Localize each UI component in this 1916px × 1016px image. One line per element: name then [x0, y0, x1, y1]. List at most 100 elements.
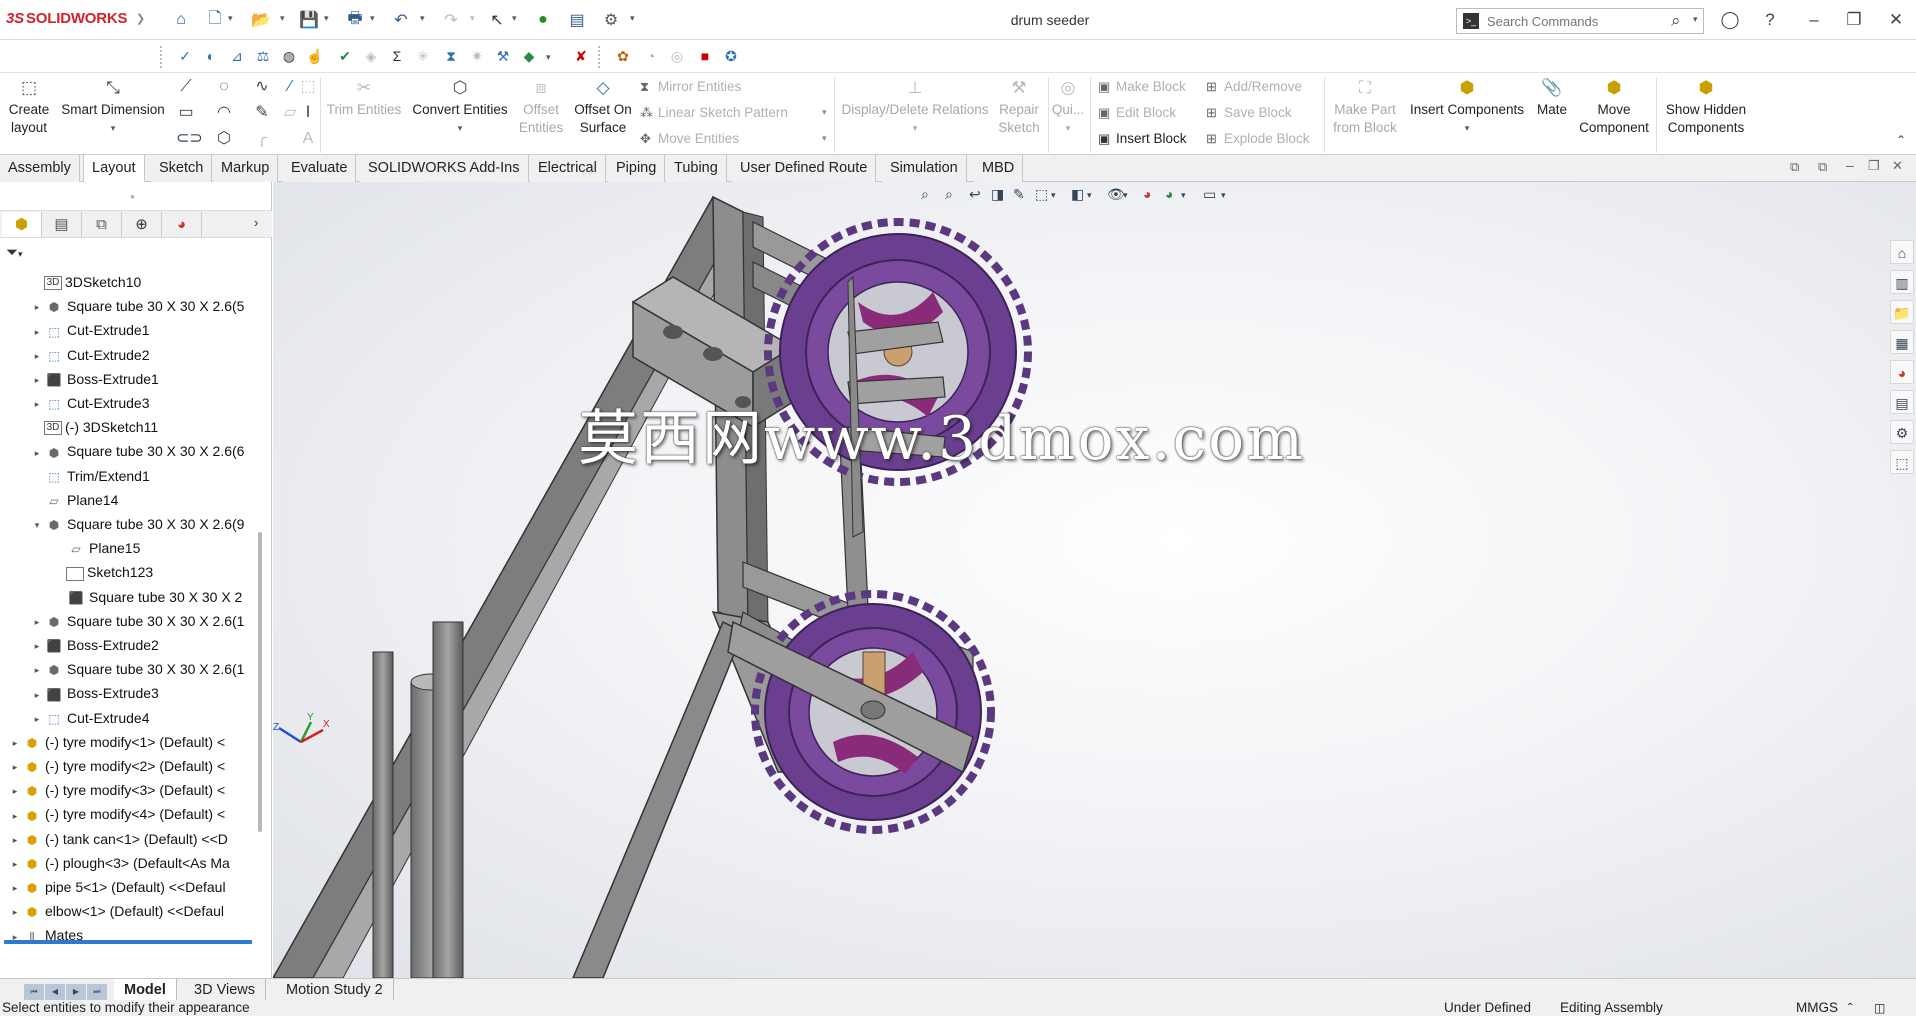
move-entities-button[interactable]: ✥ Move Entities — [640, 131, 739, 147]
expand-arrow-icon[interactable]: ▸ — [30, 295, 44, 319]
expand-arrow-icon[interactable]: ▸ — [8, 925, 22, 949]
add-remove-button[interactable]: ⊞ Add/Remove — [1206, 79, 1302, 95]
quick-snaps-button[interactable]: ◎ Qui... ▾ — [1050, 79, 1086, 137]
delete-icon[interactable]: ✘ — [570, 45, 592, 67]
search-commands-box[interactable]: >_ ⌕ ▾ — [1456, 8, 1704, 34]
doc-restore-icon[interactable]: ❐ — [1868, 158, 1880, 174]
mass-properties-icon[interactable]: ⚖ — [252, 45, 274, 67]
slot-icon[interactable]: ⊂⊃ — [176, 129, 203, 149]
tree-item[interactable]: ▸ ⬢ (-) tank can<1> (Default) <<D — [8, 827, 228, 851]
redo-icon[interactable]: ↷ — [440, 9, 462, 31]
ellipse-icon[interactable]: ∕ — [280, 77, 300, 97]
smart-dimension-button[interactable]: ⤡ Smart Dimension ▾ — [58, 79, 168, 137]
slot-pen-icon[interactable]: ✎ — [252, 103, 272, 123]
expand-arrow-icon[interactable]: ▸ — [30, 368, 44, 392]
property-manager-tab-icon[interactable]: ▤ — [42, 212, 82, 237]
tab-assembly[interactable]: Assembly — [0, 155, 80, 182]
tile-left-icon[interactable]: ⧉ — [1790, 159, 1799, 175]
tree-item[interactable]: ▸ ⬛ Boss-Extrude3 — [30, 681, 159, 705]
feature-manager-tab-icon[interactable]: ⬢ — [2, 212, 42, 237]
search-dropdown-icon[interactable]: ▾ — [1693, 14, 1698, 25]
appearance-icon[interactable]: ✿ — [612, 45, 634, 67]
show-hidden-components-button[interactable]: ⬢ Show Hidden Components — [1662, 79, 1750, 137]
point-icon[interactable]: Ⅰ — [298, 103, 318, 123]
new-document-icon[interactable]: 🗋 — [204, 9, 226, 31]
file-properties-icon[interactable]: ▤ — [566, 9, 588, 31]
expand-arrow-icon[interactable]: ▸ — [30, 707, 44, 731]
unit-system-chevron-icon[interactable]: ⌃ — [1846, 1000, 1854, 1016]
convert-entities-button[interactable]: ⬡ Convert Entities ▾ — [410, 79, 510, 137]
tree-item[interactable]: ⬚ Trim/Extend1 — [30, 464, 149, 488]
tree-item[interactable]: ▱ Plane14 — [30, 488, 118, 512]
tree-item[interactable]: ▸ ⬢ Square tube 30 X 30 X 2.6(1 — [30, 657, 245, 681]
redo-dropdown-icon[interactable]: ▾ — [470, 13, 475, 24]
tab-sketch[interactable]: Sketch — [151, 155, 213, 182]
create-layout-button[interactable]: ⬚ Create layout — [6, 79, 52, 137]
line-icon[interactable]: ⟋ — [176, 77, 196, 97]
mirror-entities-button[interactable]: ⧗ Mirror Entities — [640, 79, 741, 95]
doc-close-icon[interactable]: ✕ — [1892, 158, 1903, 174]
tree-item[interactable]: ▸ ⬚ Cut-Extrude2 — [30, 343, 150, 367]
spline-icon[interactable]: ∿ — [252, 77, 272, 97]
tree-item[interactable]: ▸ ⬢ elbow<1> (Default) <<Defaul — [8, 899, 224, 923]
tab-evaluate[interactable]: Evaluate — [283, 155, 357, 182]
open-folder-icon[interactable]: 📂 — [250, 9, 272, 31]
tree-item[interactable]: ▸ ⬚ Cut-Extrude3 — [30, 391, 150, 415]
pattern-dropdown-icon[interactable]: ▾ — [822, 107, 827, 118]
display-style-icon[interactable]: ◔ — [640, 45, 662, 67]
unit-system[interactable]: MMGS — [1796, 1000, 1838, 1016]
tab-layout[interactable]: Layout — [83, 155, 145, 182]
repair-sketch-button[interactable]: ⚒ Repair Sketch — [994, 79, 1044, 137]
text-sketch-icon[interactable]: A — [298, 129, 318, 149]
display-delete-relations-button[interactable]: ⊥ Display/Delete Relations ▾ — [840, 79, 990, 137]
save-block-button[interactable]: ⊞ Save Block — [1206, 105, 1292, 121]
reference-geometry-icon[interactable]: ◆ — [518, 45, 540, 67]
minimize-window-icon[interactable]: – — [1800, 8, 1828, 32]
options-dropdown-icon[interactable]: ▾ — [630, 13, 635, 24]
instant3d-icon[interactable]: ☝ — [304, 45, 326, 67]
rectangle-icon[interactable]: ▭ — [176, 103, 196, 123]
tab-user-defined-route[interactable]: User Defined Route — [732, 155, 877, 182]
search-input[interactable] — [1487, 12, 1657, 30]
tree-item[interactable]: ▸ ⬛ Boss-Extrude1 — [30, 367, 159, 391]
check-icon[interactable]: ✔ — [334, 45, 356, 67]
relations-dropdown-icon[interactable]: ▾ — [840, 119, 990, 137]
expand-arrow-icon[interactable]: ▸ — [8, 755, 22, 779]
save-dropdown-icon[interactable]: ▾ — [324, 13, 329, 24]
tab-motion-study-2[interactable]: Motion Study 2 — [276, 979, 394, 1001]
view-orient-icon[interactable]: ◐ — [200, 45, 222, 67]
undo-icon[interactable]: ↶ — [390, 9, 412, 31]
configuration-manager-tab-icon[interactable]: ⧉ — [82, 212, 122, 237]
expand-arrow-icon[interactable]: ▸ — [8, 852, 22, 876]
last-tab-icon[interactable]: ⏭ — [87, 984, 107, 1000]
expand-arrow-icon[interactable]: ▸ — [30, 610, 44, 634]
tree-item[interactable]: ▸ ⬛ Boss-Extrude2 — [30, 633, 159, 657]
new-dropdown-icon[interactable]: ▾ — [228, 13, 233, 24]
panel-expand-icon[interactable]: › — [254, 215, 258, 230]
section-view-icon[interactable]: ◍ — [278, 45, 300, 67]
make-block-button[interactable]: ▣ Make Block — [1098, 79, 1186, 95]
move-component-button[interactable]: ⬢ Move Component — [1578, 79, 1650, 137]
hole-wizard-icon[interactable]: ✳ — [412, 45, 434, 67]
tree-item[interactable]: ⬛ Square tube 30 X 30 X 2 — [52, 585, 243, 609]
plane-sketch-icon[interactable]: ▱ — [280, 103, 300, 123]
tree-item[interactable]: ▸ ⬢ (-) plough<3> (Default<As Ma — [8, 851, 230, 875]
tab-electrical[interactable]: Electrical — [530, 155, 606, 182]
construction-grid-icon[interactable]: ⬚ — [298, 77, 318, 97]
tree-item[interactable]: ▸ ⬚ Cut-Extrude4 — [30, 706, 150, 731]
smart-fasteners-icon[interactable]: ⚒ — [492, 45, 514, 67]
panel-grip-dot[interactable]: ● — [130, 192, 135, 201]
offset-on-surface-button[interactable]: ◇ Offset On Surface — [570, 79, 636, 137]
tree-item[interactable]: 3D 3DSketch10 — [30, 270, 141, 294]
interference-icon[interactable]: ◈ — [360, 45, 382, 67]
expand-arrow-icon[interactable]: ▸ — [30, 634, 44, 658]
tree-item[interactable]: Sketch123 — [52, 560, 153, 584]
explode-icon[interactable]: ✷ — [466, 45, 488, 67]
dimxpert-tab-icon[interactable]: ⊕ — [122, 212, 162, 237]
next-tab-icon[interactable]: ▶ — [66, 984, 86, 1000]
offset-entities-button[interactable]: ⧈ Offset Entities — [516, 79, 566, 137]
save-icon[interactable]: 💾 — [298, 9, 320, 31]
tab-solidworks-add-ins[interactable]: SOLIDWORKS Add-Ins — [360, 155, 529, 182]
reference-dropdown-icon[interactable]: ▾ — [546, 52, 551, 63]
options-gear-icon[interactable]: ⚙ — [600, 9, 622, 31]
